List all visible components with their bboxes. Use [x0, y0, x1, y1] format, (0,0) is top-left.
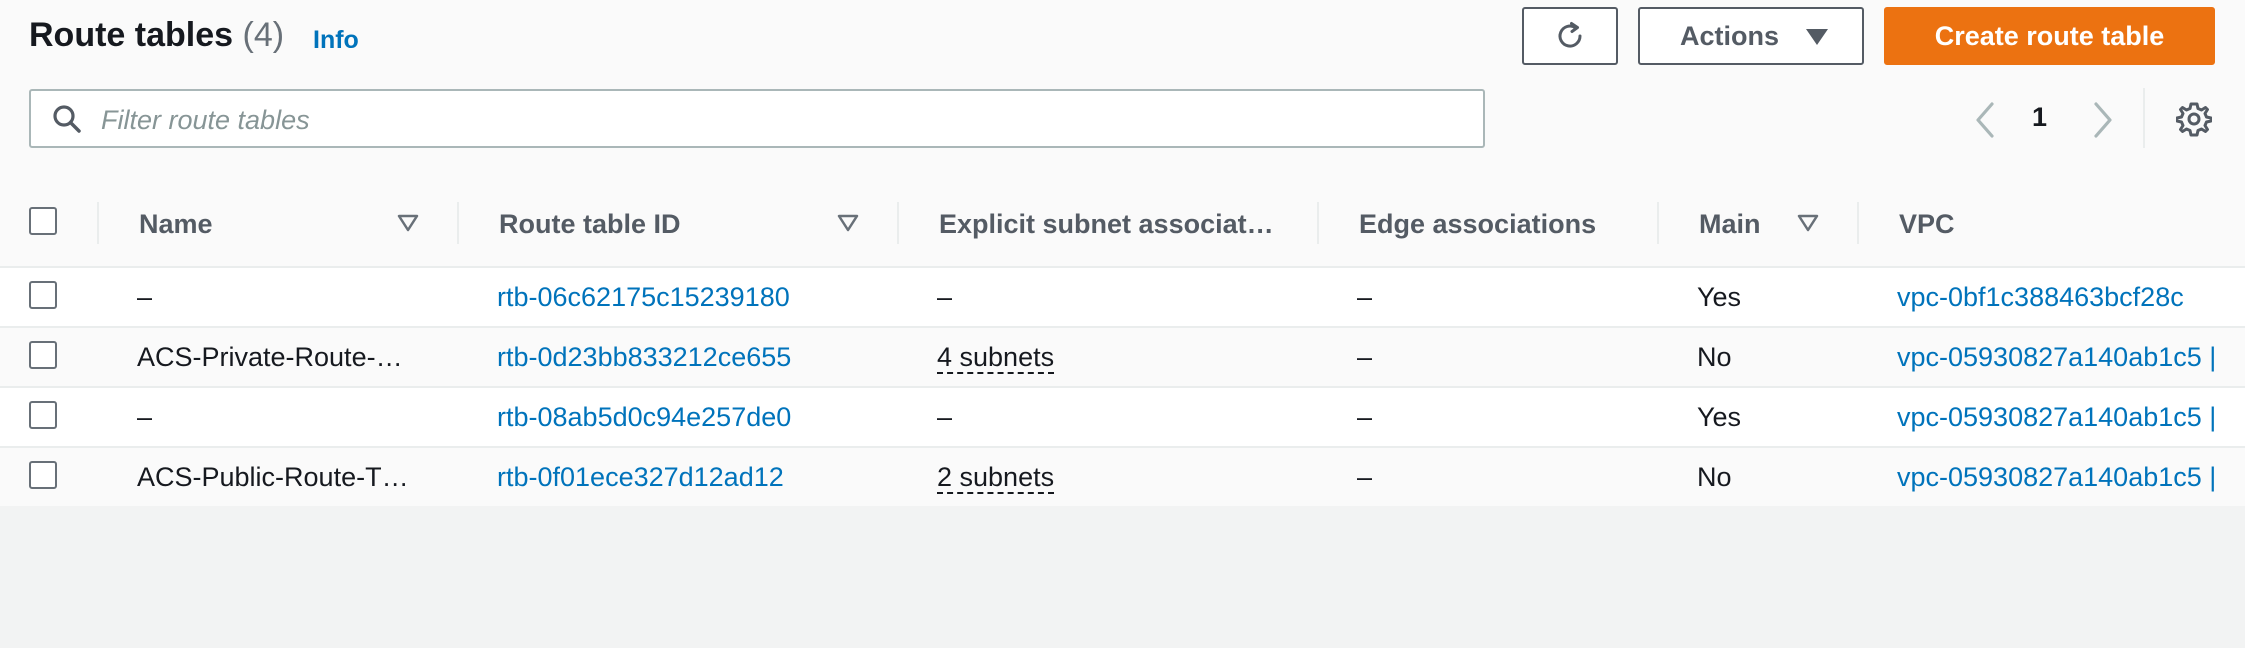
actions-label: Actions — [1680, 20, 1780, 51]
cell-main: Yes — [1697, 402, 1742, 432]
row-checkbox[interactable] — [29, 281, 57, 309]
table-row[interactable]: – rtb-08ab5d0c94e257de0 – – Yes vpc-0593… — [0, 388, 2245, 448]
column-separator — [1317, 202, 1319, 244]
column-separator — [897, 202, 899, 244]
cell-name: – — [137, 402, 153, 432]
column-header-name[interactable]: Name — [139, 209, 213, 240]
filter-search-box[interactable] — [29, 89, 1485, 148]
refresh-icon — [1558, 22, 1582, 48]
create-route-table-button[interactable]: Create route table — [1884, 7, 2215, 65]
next-page-icon[interactable] — [2088, 98, 2118, 142]
row-checkbox[interactable] — [29, 401, 57, 429]
table-header-row: Name Route table ID Explicit subnet asso… — [0, 180, 2245, 268]
cell-name: ACS-Public-Route-T… — [137, 462, 409, 492]
cell-main: No — [1697, 342, 1732, 372]
subnets-popover-trigger[interactable]: 4 subnets — [937, 342, 1055, 374]
column-separator — [97, 202, 99, 244]
table-row[interactable]: – rtb-06c62175c15239180 – – Yes vpc-0bf1… — [0, 268, 2245, 328]
column-header-vpc[interactable]: VPC — [1899, 209, 1955, 240]
gear-icon[interactable] — [2176, 101, 2212, 137]
page-title: Route tables (4) — [29, 16, 284, 55]
previous-page-icon[interactable] — [1970, 98, 2000, 142]
cell-vpc-link[interactable]: vpc-05930827a140ab1c5 | — [1897, 462, 2216, 493]
cell-main: No — [1697, 462, 1732, 492]
column-separator — [1657, 202, 1659, 244]
caret-down-icon — [1806, 29, 1828, 45]
empty-page-background — [0, 506, 2245, 648]
refresh-button[interactable] — [1522, 7, 1618, 65]
cell-edge-associations: – — [1357, 402, 1373, 432]
column-header-route-table-id[interactable]: Route table ID — [499, 209, 681, 240]
row-checkbox[interactable] — [29, 341, 57, 369]
select-all-checkbox[interactable] — [29, 207, 57, 235]
cell-explicit-subnet: – — [937, 282, 953, 312]
cell-name: – — [137, 282, 153, 312]
cell-explicit-subnet: 2 subnets — [937, 462, 1055, 494]
cell-edge-associations: – — [1357, 282, 1373, 312]
filter-input[interactable] — [99, 99, 1463, 141]
sort-icon[interactable] — [837, 214, 859, 232]
page-title-text: Route tables — [29, 16, 234, 54]
column-header-explicit-subnet[interactable]: Explicit subnet associat… — [939, 209, 1274, 240]
cell-route-table-id-link[interactable]: rtb-06c62175c15239180 — [497, 282, 790, 313]
table-row[interactable]: ACS-Public-Route-T… rtb-0f01ece327d12ad1… — [0, 448, 2245, 508]
cell-route-table-id-link[interactable]: rtb-08ab5d0c94e257de0 — [497, 402, 791, 433]
column-separator — [1857, 202, 1859, 244]
info-link[interactable]: Info — [313, 26, 359, 55]
column-separator — [457, 202, 459, 244]
cell-vpc-link[interactable]: vpc-05930827a140ab1c5 | — [1897, 402, 2216, 433]
route-table-count: (4) — [242, 16, 285, 54]
current-page-number[interactable]: 1 — [2032, 102, 2047, 133]
cell-main: Yes — [1697, 282, 1742, 312]
route-tables-panel: Route tables (4) Info Actions Create rou… — [0, 0, 2245, 508]
subnets-popover-trigger[interactable]: 2 subnets — [937, 462, 1055, 494]
column-header-main[interactable]: Main — [1699, 209, 1761, 240]
cell-name: ACS-Private-Route-… — [137, 342, 403, 372]
actions-dropdown-button[interactable]: Actions — [1638, 7, 1864, 65]
cell-edge-associations: – — [1357, 342, 1373, 372]
cell-route-table-id-link[interactable]: rtb-0f01ece327d12ad12 — [497, 462, 784, 493]
cell-route-table-id-link[interactable]: rtb-0d23bb833212ce655 — [497, 342, 791, 373]
search-icon — [53, 105, 81, 133]
cell-vpc-link[interactable]: vpc-05930827a140ab1c5 | — [1897, 342, 2216, 373]
column-header-edge-associations[interactable]: Edge associations — [1359, 209, 1596, 240]
sort-icon[interactable] — [1797, 214, 1819, 232]
cell-vpc-link[interactable]: vpc-0bf1c388463bcf28c — [1897, 282, 2184, 313]
sort-icon[interactable] — [397, 214, 419, 232]
cell-explicit-subnet: 4 subnets — [937, 342, 1055, 374]
pager-divider — [2143, 88, 2145, 148]
table-row[interactable]: ACS-Private-Route-… rtb-0d23bb833212ce65… — [0, 328, 2245, 388]
row-checkbox[interactable] — [29, 461, 57, 489]
table-header-area: Route tables (4) Info Actions Create rou… — [0, 0, 2245, 182]
cell-explicit-subnet: – — [937, 402, 953, 432]
cell-edge-associations: – — [1357, 462, 1373, 492]
